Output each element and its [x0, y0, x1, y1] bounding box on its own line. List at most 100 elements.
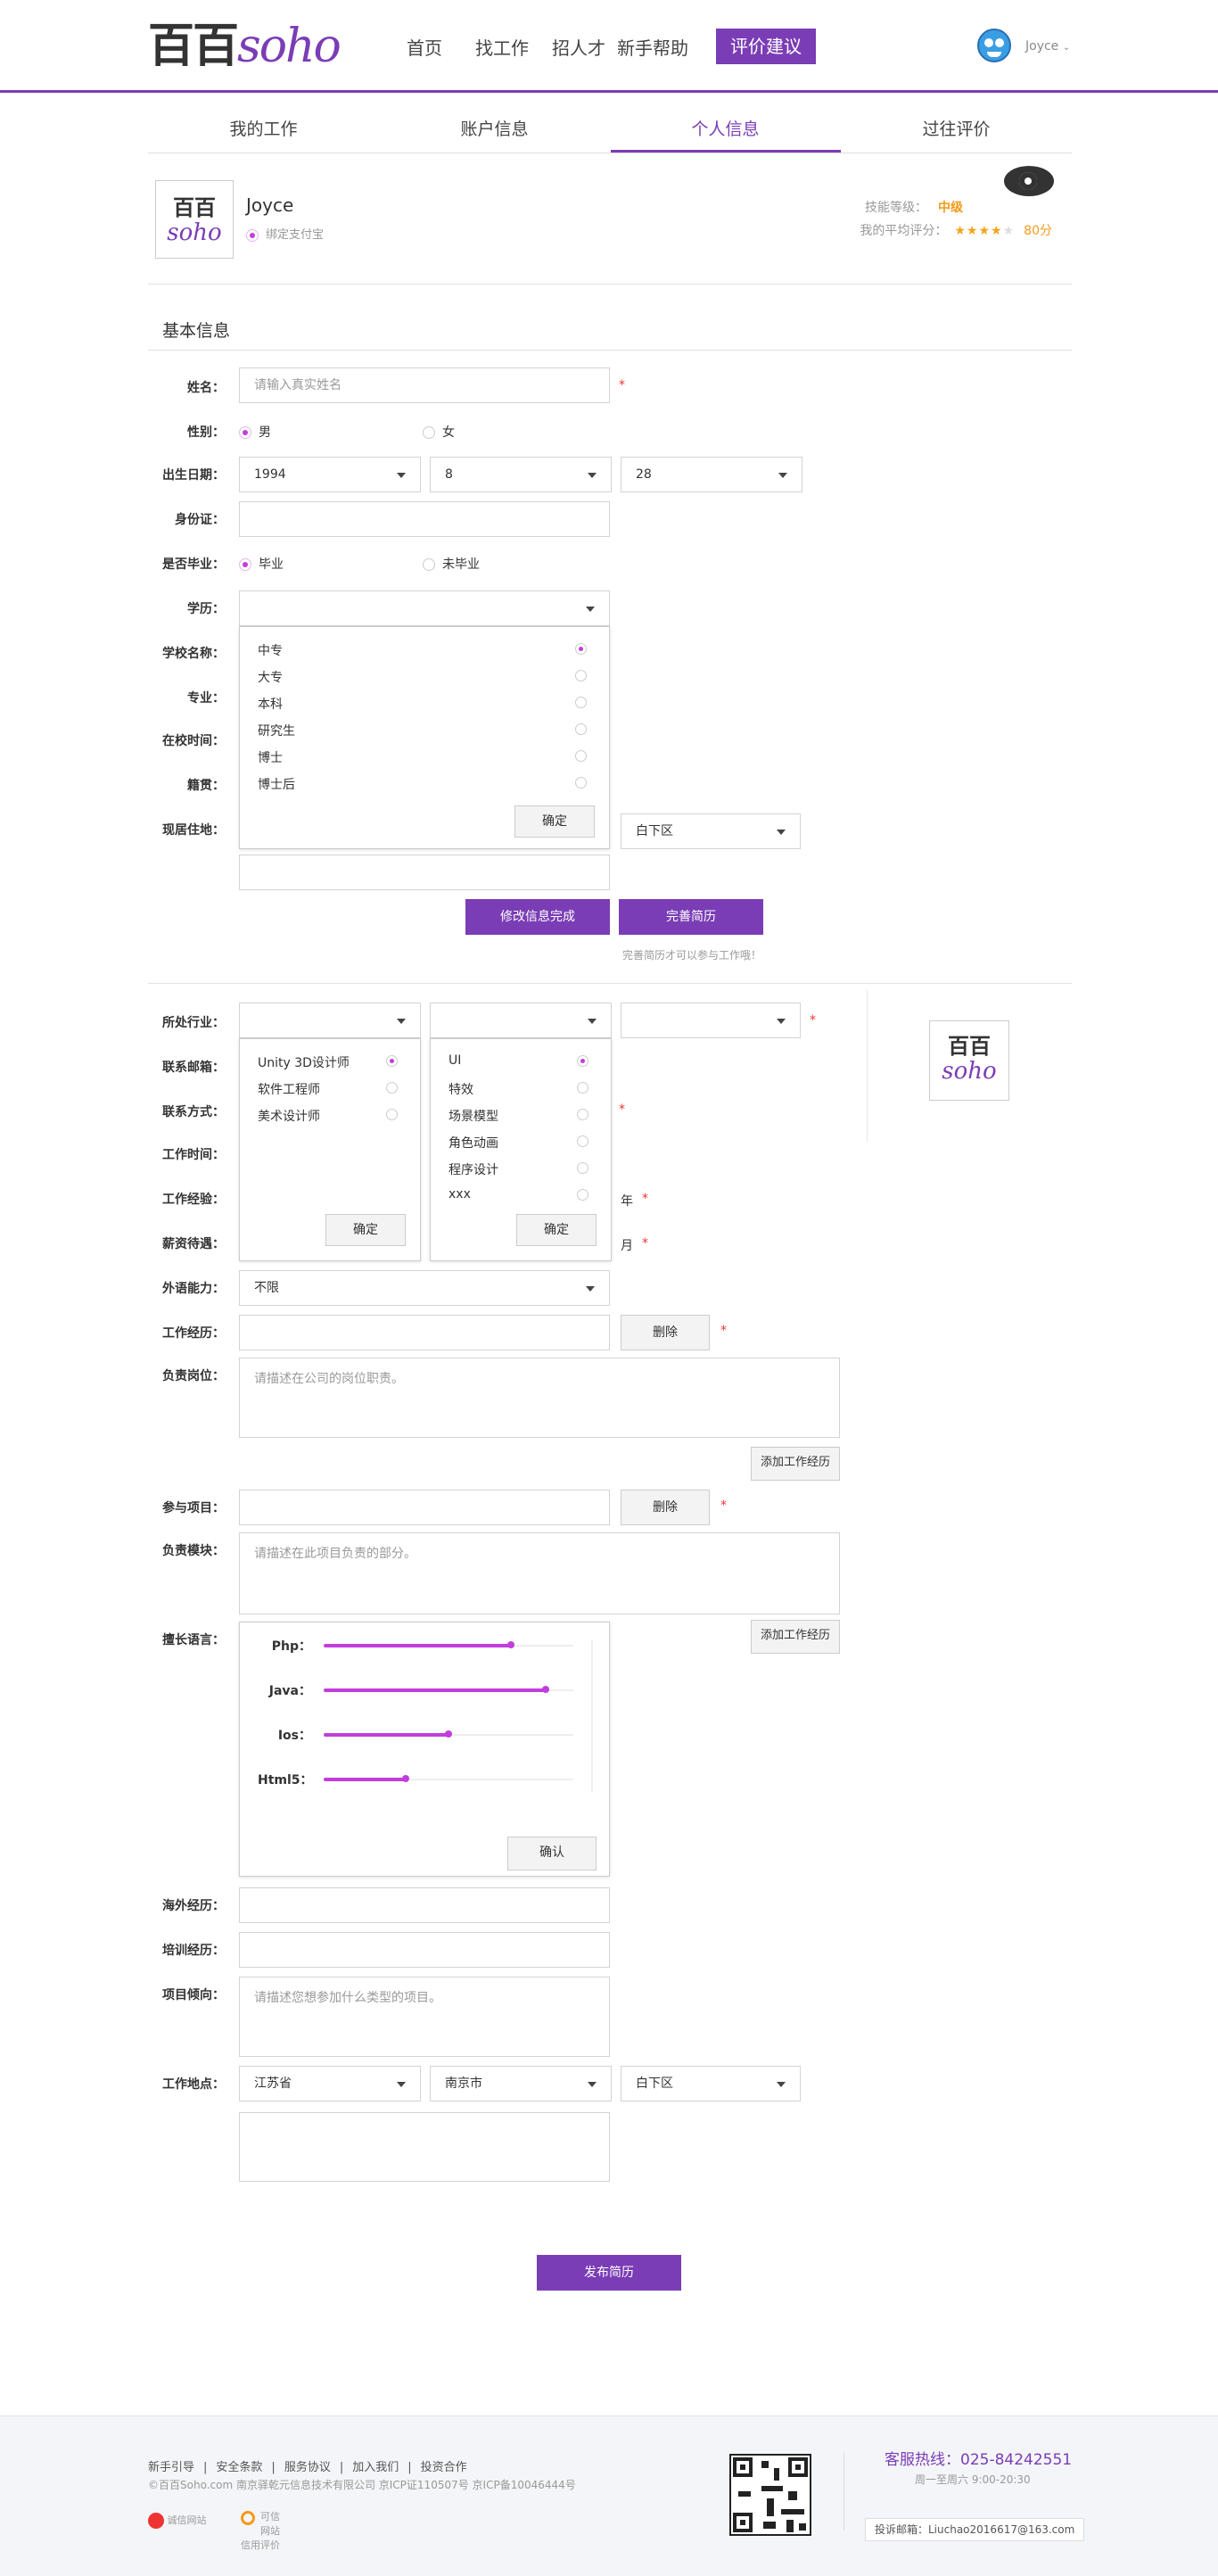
birth-month-select[interactable]: 8 [430, 457, 612, 492]
job-subtype-option[interactable]: 特效 [449, 1080, 473, 1098]
module-label: 负责模块： [162, 1544, 225, 1558]
radio-icon[interactable] [575, 750, 587, 762]
radio-icon[interactable] [386, 1109, 398, 1120]
skill-slider-handle[interactable] [402, 1775, 409, 1782]
education-option[interactable]: 研究生 [258, 722, 295, 739]
nav-recruit[interactable]: 招人才 [552, 34, 605, 60]
radio-selected-icon[interactable] [386, 1055, 398, 1067]
credit-badge[interactable]: 可信网站 信用评价 [241, 2509, 280, 2552]
radio-icon[interactable] [575, 777, 587, 788]
job-type-option[interactable]: 美术设计师 [258, 1107, 320, 1125]
gender-male-radio[interactable]: 男 [239, 423, 271, 441]
tab-account-info[interactable]: 账户信息 [379, 116, 610, 140]
education-option[interactable]: 博士后 [258, 775, 295, 793]
industry-select-3[interactable] [621, 1003, 801, 1038]
footer-link[interactable]: 服务协议 [284, 2461, 331, 2474]
nav-find-job[interactable]: 找工作 [475, 34, 529, 60]
job-subtype-confirm-button[interactable]: 确定 [516, 1214, 597, 1246]
job-type-option[interactable]: Unity 3D设计师 [258, 1053, 350, 1071]
job-subtype-option[interactable]: 场景模型 [449, 1107, 498, 1125]
profile-photo[interactable]: 百百 soho [155, 180, 234, 259]
job-subtype-option[interactable]: xxx [449, 1187, 471, 1201]
education-confirm-button[interactable]: 确定 [514, 805, 595, 838]
skills-confirm-button[interactable]: 确认 [507, 1837, 597, 1870]
nav-feedback-button[interactable]: 评价建议 [716, 29, 816, 64]
radio-icon[interactable] [386, 1082, 398, 1094]
publish-resume-button[interactable]: 发布简历 [537, 2255, 681, 2291]
delete-work-button[interactable]: 删除 [621, 1315, 710, 1350]
id-input[interactable] [239, 501, 610, 537]
address-detail-input[interactable] [239, 855, 610, 890]
add-project-button[interactable]: 添加工作经历 [751, 1620, 840, 1654]
position-textarea[interactable]: 请描述在公司的岗位职责。 [239, 1358, 840, 1438]
education-option[interactable]: 博士 [258, 748, 283, 766]
radio-icon[interactable] [577, 1135, 588, 1147]
language-select[interactable]: 不限 [239, 1270, 610, 1306]
project-input[interactable] [239, 1490, 610, 1525]
radio-selected-icon[interactable] [575, 643, 587, 655]
radio-icon[interactable] [575, 670, 587, 681]
add-work-button[interactable]: 添加工作经历 [751, 1447, 840, 1481]
job-type-option[interactable]: 软件工程师 [258, 1080, 320, 1098]
city-select[interactable]: 南京市 [430, 2066, 612, 2101]
name-input[interactable]: 请输入真实姓名 [239, 367, 610, 403]
skill-slider-handle[interactable] [542, 1686, 549, 1693]
eye-icon[interactable] [1004, 166, 1054, 196]
tab-my-work[interactable]: 我的工作 [148, 116, 379, 140]
radio-icon[interactable] [577, 1109, 588, 1120]
location-detail-textarea[interactable] [239, 2112, 610, 2182]
industry-select-1[interactable] [239, 1003, 421, 1038]
skills-scrollbar[interactable] [591, 1640, 593, 1792]
skill-slider-handle[interactable] [445, 1730, 452, 1738]
footer-link[interactable]: 投资合作 [421, 2461, 467, 2474]
education-select[interactable] [239, 590, 610, 626]
user-avatar[interactable] [977, 29, 1011, 62]
module-textarea[interactable]: 请描述在此项目负责的部分。 [239, 1532, 840, 1614]
site-logo[interactable]: 百百soho [148, 21, 342, 71]
job-subtype-option[interactable]: UI [449, 1053, 461, 1068]
user-menu[interactable]: Joyce ⌄ [1025, 39, 1070, 54]
trust-badge[interactable]: 诚信网站 [148, 2513, 207, 2529]
radio-icon[interactable] [577, 1162, 588, 1174]
modify-done-button[interactable]: 修改信息完成 [465, 899, 610, 935]
nav-home[interactable]: 首页 [407, 34, 442, 60]
graduated-yes-radio[interactable]: 毕业 [239, 555, 284, 573]
complaint-email[interactable]: 投诉邮箱：Liuchao2016617@163.com [865, 2518, 1085, 2541]
delete-project-button[interactable]: 删除 [621, 1490, 710, 1525]
radio-icon[interactable] [575, 697, 587, 708]
education-option[interactable]: 中专 [258, 641, 283, 659]
bind-alipay-link[interactable]: 绑定支付宝 [246, 225, 324, 242]
tab-past-reviews[interactable]: 过往评价 [841, 116, 1072, 140]
birth-day-select[interactable]: 28 [621, 457, 802, 492]
work-history-input[interactable] [239, 1315, 610, 1350]
education-dropdown: 中专大专本科研究生博士博士后 确定 [239, 626, 610, 849]
district-select-work[interactable]: 白下区 [621, 2066, 801, 2101]
training-input[interactable] [239, 1932, 610, 1968]
job-type-confirm-button[interactable]: 确定 [325, 1214, 406, 1246]
overseas-input[interactable] [239, 1887, 610, 1923]
radio-selected-icon[interactable] [577, 1055, 588, 1067]
district-select[interactable]: 白下区 [621, 813, 801, 849]
footer-link[interactable]: 加入我们 [352, 2461, 399, 2474]
skill-slider-fill [324, 1688, 546, 1692]
job-subtype-option[interactable]: 程序设计 [449, 1160, 498, 1178]
birth-year-select[interactable]: 1994 [239, 457, 421, 492]
radio-icon[interactable] [575, 723, 587, 735]
education-option[interactable]: 大专 [258, 668, 283, 686]
education-option[interactable]: 本科 [258, 695, 283, 713]
nav-help[interactable]: 新手帮助 [617, 34, 688, 60]
skill-slider-handle[interactable] [507, 1641, 514, 1648]
industry-select-2[interactable] [430, 1003, 612, 1038]
job-subtype-option[interactable]: 角色动画 [449, 1134, 498, 1152]
company-logo[interactable]: 百百 soho [929, 1020, 1009, 1101]
radio-icon[interactable] [577, 1189, 588, 1201]
footer-link[interactable]: 安全条款 [216, 2461, 262, 2474]
radio-icon[interactable] [577, 1082, 588, 1094]
gender-female-radio[interactable]: 女 [423, 423, 455, 441]
tendency-textarea[interactable]: 请描述您想参加什么类型的项目。 [239, 1977, 610, 2057]
complete-resume-button[interactable]: 完善简历 [619, 899, 763, 935]
graduated-no-radio[interactable]: 未毕业 [423, 555, 480, 573]
footer-link[interactable]: 新手引导 [148, 2461, 194, 2474]
province-select[interactable]: 江苏省 [239, 2066, 421, 2101]
tab-personal-info[interactable]: 个人信息 [610, 116, 841, 140]
